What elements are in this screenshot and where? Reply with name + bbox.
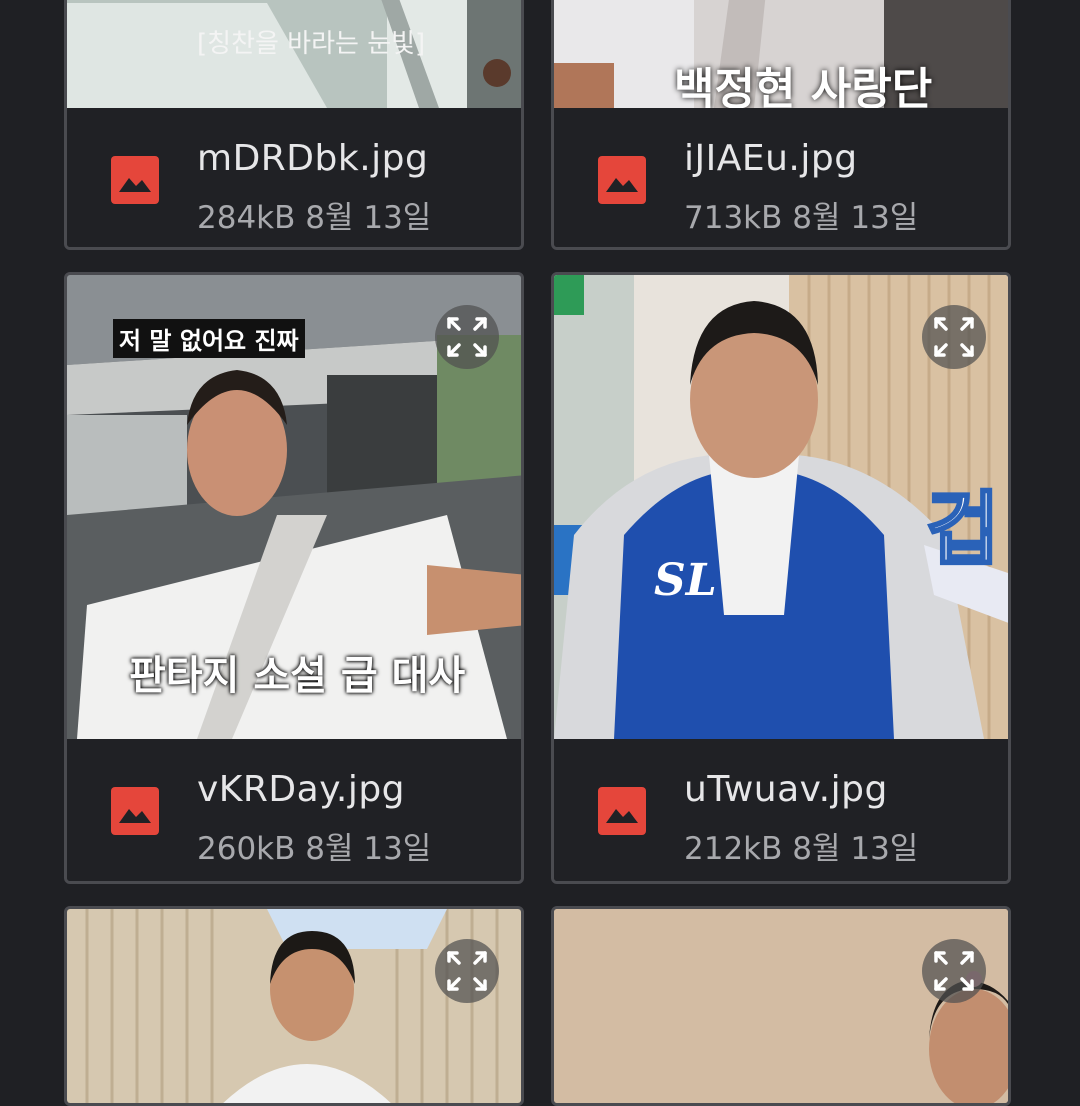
- thumbnail-image[interactable]: SL 겁: [554, 275, 1008, 739]
- expand-icon: [934, 317, 974, 357]
- file-meta: 713kB 8월 13일: [684, 192, 918, 237]
- file-meta: 212kB 8월 13일: [684, 823, 918, 868]
- file-date: 8월 13일: [792, 831, 919, 867]
- thumbnail-image[interactable]: 백정현 사랑단: [554, 0, 1008, 108]
- file-size: 284kB: [197, 200, 296, 236]
- thumbnail-caption-top: 저 말 없어요 진짜: [113, 319, 305, 358]
- image-icon: [111, 156, 159, 204]
- file-card[interactable]: [칭찬을 바라는 눈빛] mDRDbk.jpg 284kB 8월 13일: [64, 0, 524, 250]
- thumbnail-caption: 판타지 소설 급 대사: [129, 653, 466, 699]
- file-name: iJIAEu.jpg: [684, 138, 858, 179]
- file-size: 260kB: [197, 831, 296, 867]
- thumbnail-image[interactable]: [67, 909, 521, 1103]
- file-info: mDRDbk.jpg 284kB 8월 13일: [67, 108, 521, 247]
- image-icon: [598, 156, 646, 204]
- file-info: uTwuav.jpg 212kB 8월 13일: [554, 739, 1008, 881]
- file-card[interactable]: [64, 906, 524, 1106]
- svg-text:SL: SL: [654, 555, 717, 606]
- thumbnail-image[interactable]: 저 말 없어요 진짜 판타지 소설 급 대사: [67, 275, 521, 739]
- file-size: 212kB: [684, 831, 783, 867]
- file-card[interactable]: SL 겁 uTwuav.jpg 212kB 8월 13일: [551, 272, 1011, 884]
- file-name: uTwuav.jpg: [684, 769, 888, 810]
- expand-button[interactable]: [435, 305, 499, 369]
- file-name: vKRDay.jpg: [197, 769, 406, 810]
- file-name: mDRDbk.jpg: [197, 138, 429, 179]
- file-size: 713kB: [684, 200, 783, 236]
- file-date: 8월 13일: [305, 200, 432, 236]
- expand-icon: [447, 317, 487, 357]
- file-info: iJIAEu.jpg 713kB 8월 13일: [554, 108, 1008, 247]
- thumbnail-caption: 겁: [925, 482, 1002, 578]
- file-date: 8월 13일: [792, 200, 919, 236]
- thumbnail-caption: [칭찬을 바라는 눈빛]: [197, 29, 426, 59]
- image-icon: [111, 787, 159, 835]
- image-icon: [598, 787, 646, 835]
- file-meta: 260kB 8월 13일: [197, 823, 431, 868]
- file-date: 8월 13일: [305, 831, 432, 867]
- expand-button[interactable]: [922, 305, 986, 369]
- thumbnail-caption: 백정현 사랑단: [674, 64, 933, 108]
- file-meta: 284kB 8월 13일: [197, 192, 431, 237]
- thumbnail-image[interactable]: [554, 909, 1008, 1103]
- thumbnail-image[interactable]: [칭찬을 바라는 눈빛]: [67, 0, 521, 108]
- expand-icon: [447, 951, 487, 991]
- expand-icon: [934, 951, 974, 991]
- file-card[interactable]: 백정현 사랑단 iJIAEu.jpg 713kB 8월 13일: [551, 0, 1011, 250]
- file-info: vKRDay.jpg 260kB 8월 13일: [67, 739, 521, 881]
- expand-button[interactable]: [922, 939, 986, 1003]
- file-card[interactable]: [551, 906, 1011, 1106]
- file-card[interactable]: 저 말 없어요 진짜 판타지 소설 급 대사 vKRDay.jpg 260kB …: [64, 272, 524, 884]
- expand-button[interactable]: [435, 939, 499, 1003]
